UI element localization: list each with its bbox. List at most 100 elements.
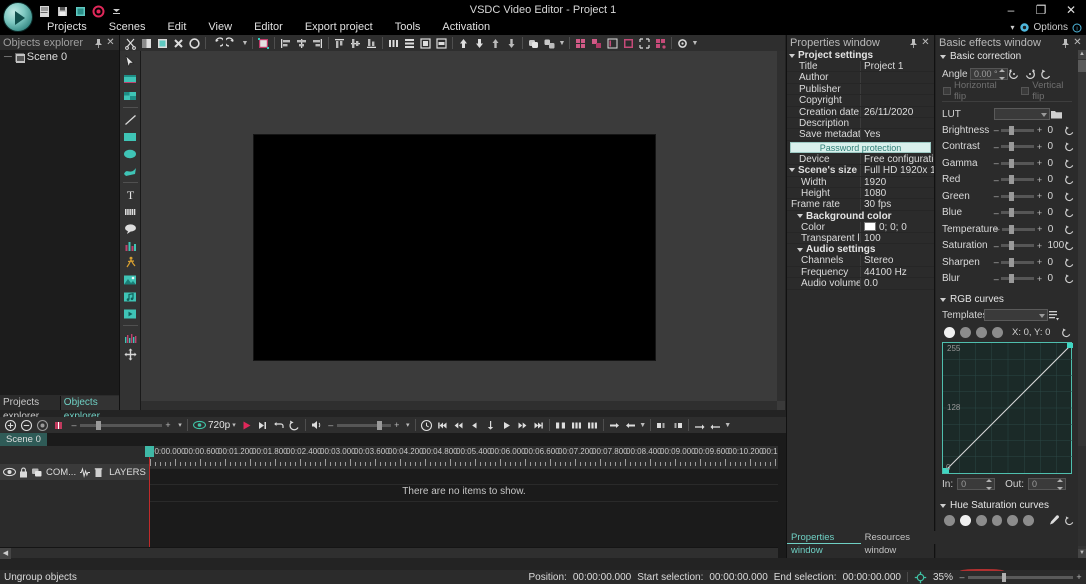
in-input[interactable]: 0	[957, 478, 995, 490]
red-channel-dot[interactable]	[960, 327, 971, 338]
collapse-triangle-icon[interactable]	[797, 214, 803, 218]
property-value[interactable]	[861, 72, 934, 82]
slider-minus-icon[interactable]: –	[993, 241, 999, 251]
group-background-color[interactable]: Background color	[787, 211, 934, 222]
markers-icon[interactable]	[653, 36, 668, 51]
property-value[interactable]: Yes	[861, 129, 934, 139]
add-scene-icon[interactable]	[122, 71, 139, 86]
slider-track[interactable]	[1001, 277, 1034, 280]
slider-control[interactable]: –+	[993, 158, 1042, 168]
slider-minus-icon[interactable]: –	[993, 257, 999, 267]
volume-slider[interactable]: – +	[325, 420, 403, 430]
property-row-title[interactable]: Title Project 1	[787, 61, 934, 72]
slider-knob[interactable]	[1009, 192, 1014, 201]
playhead-handle[interactable]	[145, 446, 154, 457]
slider-minus-icon[interactable]: –	[993, 142, 999, 152]
slider-knob[interactable]	[1009, 159, 1014, 168]
hsc-ch-4-dot[interactable]	[992, 515, 1003, 526]
move-icon[interactable]	[122, 347, 139, 362]
trim-start-icon[interactable]	[607, 418, 622, 433]
crop-icon[interactable]	[256, 36, 271, 51]
property-value[interactable]: 30 fps	[861, 199, 934, 209]
menu-view[interactable]: View	[197, 20, 243, 35]
reset-icon[interactable]	[1064, 257, 1078, 268]
group-icon[interactable]	[526, 36, 541, 51]
slider-knob[interactable]	[1009, 241, 1014, 250]
align-middle-icon[interactable]	[348, 36, 363, 51]
waveform-icon[interactable]	[79, 467, 91, 478]
property-value[interactable]	[861, 84, 934, 94]
record-icon[interactable]	[92, 5, 105, 18]
tab-properties-window[interactable]: Properties window	[787, 531, 861, 544]
rectangle-icon[interactable]	[122, 129, 139, 144]
maximize-button[interactable]: ❐	[1026, 0, 1056, 20]
property-value[interactable]: Project 1	[861, 61, 934, 71]
open-icon[interactable]	[74, 5, 87, 18]
refresh-icon[interactable]	[287, 418, 302, 433]
reset-icon[interactable]	[1064, 174, 1078, 185]
password-protection-button[interactable]: Password protection	[790, 142, 931, 153]
status-zoom-plus[interactable]: +	[1076, 572, 1082, 582]
reset-icon[interactable]	[1061, 327, 1075, 338]
property-row-frequency[interactable]: Frequency 44100 Hz	[787, 267, 934, 278]
property-row-scene-size[interactable]: Scene's size Full HD 1920x 1080 pixe	[787, 165, 934, 176]
collapse-triangle-icon[interactable]	[940, 55, 946, 59]
reset-icon[interactable]	[1064, 224, 1078, 235]
blue-channel-dot[interactable]	[992, 327, 1003, 338]
close-icon[interactable]: ✕	[1072, 37, 1083, 48]
fit-screen-icon[interactable]	[914, 571, 927, 584]
lut-combobox[interactable]	[994, 108, 1050, 120]
help-icon[interactable]: i	[1072, 23, 1082, 33]
undo-icon[interactable]	[209, 36, 224, 51]
options-caret-icon[interactable]: ▾	[1011, 23, 1015, 32]
timeline-zoom-slider[interactable]: – +	[67, 420, 175, 430]
checkbox-box[interactable]	[943, 87, 951, 95]
property-value[interactable]	[861, 95, 934, 105]
property-row-audio-volume[interactable]: Audio volume (dB 0.0	[787, 278, 934, 289]
move-left-icon[interactable]	[692, 418, 707, 433]
video-icon[interactable]	[122, 306, 139, 321]
property-row-author[interactable]: Author	[787, 72, 934, 83]
minimize-button[interactable]: –	[996, 0, 1026, 20]
preview-caret-icon[interactable]: ▾	[232, 421, 236, 429]
collapse-triangle-icon[interactable]	[940, 504, 946, 508]
scroll-up-icon[interactable]: ▲	[1078, 50, 1086, 59]
rotate-cw-icon[interactable]	[1024, 68, 1040, 80]
preview-eye-icon[interactable]	[193, 420, 206, 430]
property-row-copyright[interactable]: Copyright	[787, 95, 934, 106]
trash-icon[interactable]	[94, 467, 103, 478]
object-props-icon[interactable]	[573, 36, 588, 51]
trim-end-icon[interactable]	[623, 418, 638, 433]
angle-reset-icon[interactable]	[1040, 68, 1062, 80]
audio-icon[interactable]	[122, 289, 139, 304]
image-icon[interactable]	[122, 272, 139, 287]
forward-icon[interactable]	[515, 418, 530, 433]
property-value[interactable]: 1920	[861, 177, 934, 187]
settings-icon[interactable]	[675, 36, 690, 51]
group-hue-saturation-curves[interactable]: Hue Saturation curves	[936, 499, 1078, 512]
property-row-device[interactable]: Device Free configuration	[787, 154, 934, 165]
hsc-ch-1-dot[interactable]	[944, 515, 955, 526]
save-icon[interactable]	[56, 5, 69, 18]
slider-knob[interactable]	[1009, 142, 1014, 151]
collapse-triangle-icon[interactable]	[797, 248, 803, 252]
hsc-ch-5-dot[interactable]	[1007, 515, 1018, 526]
go-end-icon[interactable]	[531, 418, 546, 433]
tree-expander[interactable]: ─	[4, 51, 12, 63]
ellipse-icon[interactable]	[122, 146, 139, 161]
preview-quality-control[interactable]: 720p ▾	[191, 420, 238, 431]
reset-icon[interactable]	[1064, 141, 1078, 152]
tab-resources-window[interactable]: Resources window	[861, 531, 936, 544]
collapse-triangle-icon[interactable]	[940, 298, 946, 302]
delete-icon[interactable]	[171, 36, 186, 51]
collapse-triangle-icon[interactable]	[789, 54, 795, 58]
tree-item-scene-0[interactable]: ─ Scene 0	[0, 50, 119, 64]
close-icon[interactable]: ✕	[105, 37, 116, 48]
property-value[interactable]	[861, 118, 934, 128]
group-caret-icon[interactable]: ▼	[558, 36, 566, 51]
property-value[interactable]: 1080	[861, 188, 934, 198]
timeline-track-area[interactable]: There are no items to show.	[150, 468, 778, 558]
scroll-down-icon[interactable]: ▼	[1078, 549, 1086, 558]
cut-icon[interactable]	[123, 36, 138, 51]
bring-front-icon[interactable]	[488, 36, 503, 51]
